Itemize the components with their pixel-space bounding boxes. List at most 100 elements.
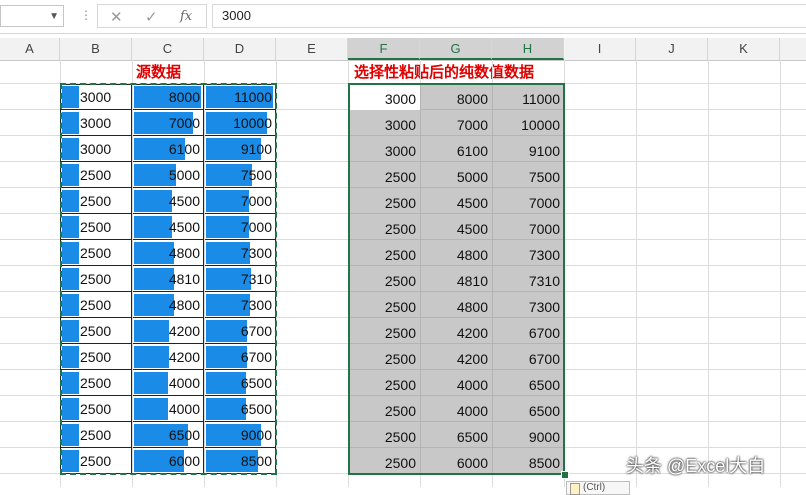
source-cell-d[interactable]: 7300 bbox=[205, 240, 276, 266]
pasted-cell-f[interactable]: 2500 bbox=[348, 398, 420, 424]
source-cell-d[interactable]: 6700 bbox=[205, 318, 276, 344]
formula-input[interactable]: 3000 bbox=[212, 4, 806, 28]
pasted-cell-g[interactable]: 4500 bbox=[420, 216, 492, 242]
pasted-cell-f[interactable]: 2500 bbox=[348, 164, 420, 190]
source-cell-c[interactable]: 4810 bbox=[133, 266, 204, 292]
source-cell-b[interactable]: 2500 bbox=[61, 370, 132, 396]
source-cell-b[interactable]: 2500 bbox=[61, 344, 132, 370]
source-cell-d[interactable]: 6500 bbox=[205, 396, 276, 422]
source-cell-c[interactable]: 4200 bbox=[133, 344, 204, 370]
name-box[interactable]: ▼ bbox=[0, 5, 64, 27]
pasted-cell-h[interactable]: 8500 bbox=[492, 450, 564, 476]
pasted-cell-h[interactable]: 7300 bbox=[492, 242, 564, 268]
pasted-cell-g[interactable]: 4800 bbox=[420, 294, 492, 320]
column-header-b[interactable]: B bbox=[60, 38, 132, 60]
source-cell-d[interactable]: 11000 bbox=[205, 84, 276, 110]
pasted-cell-f[interactable]: 2500 bbox=[348, 450, 420, 476]
pasted-cell-h[interactable]: 7310 bbox=[492, 268, 564, 294]
pasted-cell-f[interactable]: 3000 bbox=[348, 86, 420, 112]
pasted-cell-f[interactable]: 2500 bbox=[348, 320, 420, 346]
pasted-cell-f[interactable]: 2500 bbox=[348, 268, 420, 294]
source-cell-d[interactable]: 7000 bbox=[205, 188, 276, 214]
source-cell-c[interactable]: 4800 bbox=[133, 292, 204, 318]
pasted-cell-h[interactable]: 9000 bbox=[492, 424, 564, 450]
source-cell-b[interactable]: 3000 bbox=[61, 136, 132, 162]
pasted-cell-f[interactable]: 2500 bbox=[348, 294, 420, 320]
source-cell-c[interactable]: 7000 bbox=[133, 110, 204, 136]
pasted-cell-f[interactable]: 3000 bbox=[348, 112, 420, 138]
source-cell-d[interactable]: 10000 bbox=[205, 110, 276, 136]
pasted-cell-g[interactable]: 6500 bbox=[420, 424, 492, 450]
source-cell-b[interactable]: 3000 bbox=[61, 110, 132, 136]
source-cell-d[interactable]: 8500 bbox=[205, 448, 276, 474]
column-header-e[interactable]: E bbox=[276, 38, 348, 60]
source-cell-d[interactable]: 7500 bbox=[205, 162, 276, 188]
paste-options-button[interactable]: (Ctrl) bbox=[566, 481, 630, 495]
column-header-k[interactable]: K bbox=[708, 38, 780, 60]
pasted-cell-g[interactable]: 4000 bbox=[420, 398, 492, 424]
pasted-cell-f[interactable]: 2500 bbox=[348, 346, 420, 372]
source-cell-b[interactable]: 3000 bbox=[61, 84, 132, 110]
chevron-down-icon[interactable]: ▼ bbox=[49, 11, 59, 22]
source-cell-b[interactable]: 2500 bbox=[61, 266, 132, 292]
pasted-cell-h[interactable]: 6500 bbox=[492, 398, 564, 424]
pasted-cell-f[interactable]: 2500 bbox=[348, 190, 420, 216]
source-cell-c[interactable]: 4800 bbox=[133, 240, 204, 266]
source-cell-d[interactable]: 9000 bbox=[205, 422, 276, 448]
source-cell-b[interactable]: 2500 bbox=[61, 422, 132, 448]
pasted-cell-g[interactable]: 4500 bbox=[420, 190, 492, 216]
source-cell-c[interactable]: 8000 bbox=[133, 84, 204, 110]
pasted-cell-g[interactable]: 8000 bbox=[420, 86, 492, 112]
pasted-cell-g[interactable]: 7000 bbox=[420, 112, 492, 138]
pasted-cell-h[interactable]: 6700 bbox=[492, 320, 564, 346]
source-cell-b[interactable]: 2500 bbox=[61, 318, 132, 344]
column-header-i[interactable]: I bbox=[564, 38, 636, 60]
pasted-cell-h[interactable]: 6700 bbox=[492, 346, 564, 372]
source-cell-c[interactable]: 6500 bbox=[133, 422, 204, 448]
pasted-cell-f[interactable]: 3000 bbox=[348, 138, 420, 164]
pasted-cell-h[interactable]: 7000 bbox=[492, 216, 564, 242]
column-header-f[interactable]: F bbox=[348, 38, 420, 60]
cancel-icon[interactable]: ✕ bbox=[110, 8, 123, 26]
source-cell-b[interactable]: 2500 bbox=[61, 396, 132, 422]
column-header-a[interactable]: A bbox=[0, 38, 60, 60]
pasted-cell-h[interactable]: 7500 bbox=[492, 164, 564, 190]
pasted-cell-h[interactable]: 7000 bbox=[492, 190, 564, 216]
source-cell-c[interactable]: 4200 bbox=[133, 318, 204, 344]
pasted-cell-g[interactable]: 5000 bbox=[420, 164, 492, 190]
source-cell-b[interactable]: 2500 bbox=[61, 162, 132, 188]
source-cell-c[interactable]: 4000 bbox=[133, 370, 204, 396]
pasted-cell-f[interactable]: 2500 bbox=[348, 424, 420, 450]
pasted-cell-f[interactable]: 2500 bbox=[348, 372, 420, 398]
column-header-d[interactable]: D bbox=[204, 38, 276, 60]
source-cell-c[interactable]: 4500 bbox=[133, 214, 204, 240]
pasted-cell-g[interactable]: 4200 bbox=[420, 320, 492, 346]
pasted-cell-g[interactable]: 4200 bbox=[420, 346, 492, 372]
source-cell-c[interactable]: 4000 bbox=[133, 396, 204, 422]
pasted-cell-h[interactable]: 6500 bbox=[492, 372, 564, 398]
source-cell-b[interactable]: 2500 bbox=[61, 240, 132, 266]
source-cell-d[interactable]: 6500 bbox=[205, 370, 276, 396]
source-cell-b[interactable]: 2500 bbox=[61, 448, 132, 474]
pasted-cell-g[interactable]: 4000 bbox=[420, 372, 492, 398]
source-cell-b[interactable]: 2500 bbox=[61, 292, 132, 318]
source-cell-c[interactable]: 6100 bbox=[133, 136, 204, 162]
source-cell-d[interactable]: 6700 bbox=[205, 344, 276, 370]
worksheet-grid[interactable]: 源数据 选择性粘贴后的纯数值数据 3000 3000 3000 2500 2500 250… bbox=[0, 60, 806, 487]
column-header-c[interactable]: C bbox=[132, 38, 204, 60]
source-cell-d[interactable]: 7000 bbox=[205, 214, 276, 240]
source-cell-d[interactable]: 9100 bbox=[205, 136, 276, 162]
source-cell-c[interactable]: 4500 bbox=[133, 188, 204, 214]
column-header-j[interactable]: J bbox=[636, 38, 708, 60]
pasted-cell-h[interactable]: 11000 bbox=[492, 86, 564, 112]
fill-handle[interactable] bbox=[561, 471, 569, 479]
pasted-cell-g[interactable]: 6100 bbox=[420, 138, 492, 164]
source-cell-c[interactable]: 6000 bbox=[133, 448, 204, 474]
source-cell-d[interactable]: 7300 bbox=[205, 292, 276, 318]
pasted-cell-h[interactable]: 9100 bbox=[492, 138, 564, 164]
source-cell-c[interactable]: 5000 bbox=[133, 162, 204, 188]
source-cell-d[interactable]: 7310 bbox=[205, 266, 276, 292]
source-cell-b[interactable]: 2500 bbox=[61, 214, 132, 240]
source-cell-b[interactable]: 2500 bbox=[61, 188, 132, 214]
column-header-g[interactable]: G bbox=[420, 38, 492, 60]
